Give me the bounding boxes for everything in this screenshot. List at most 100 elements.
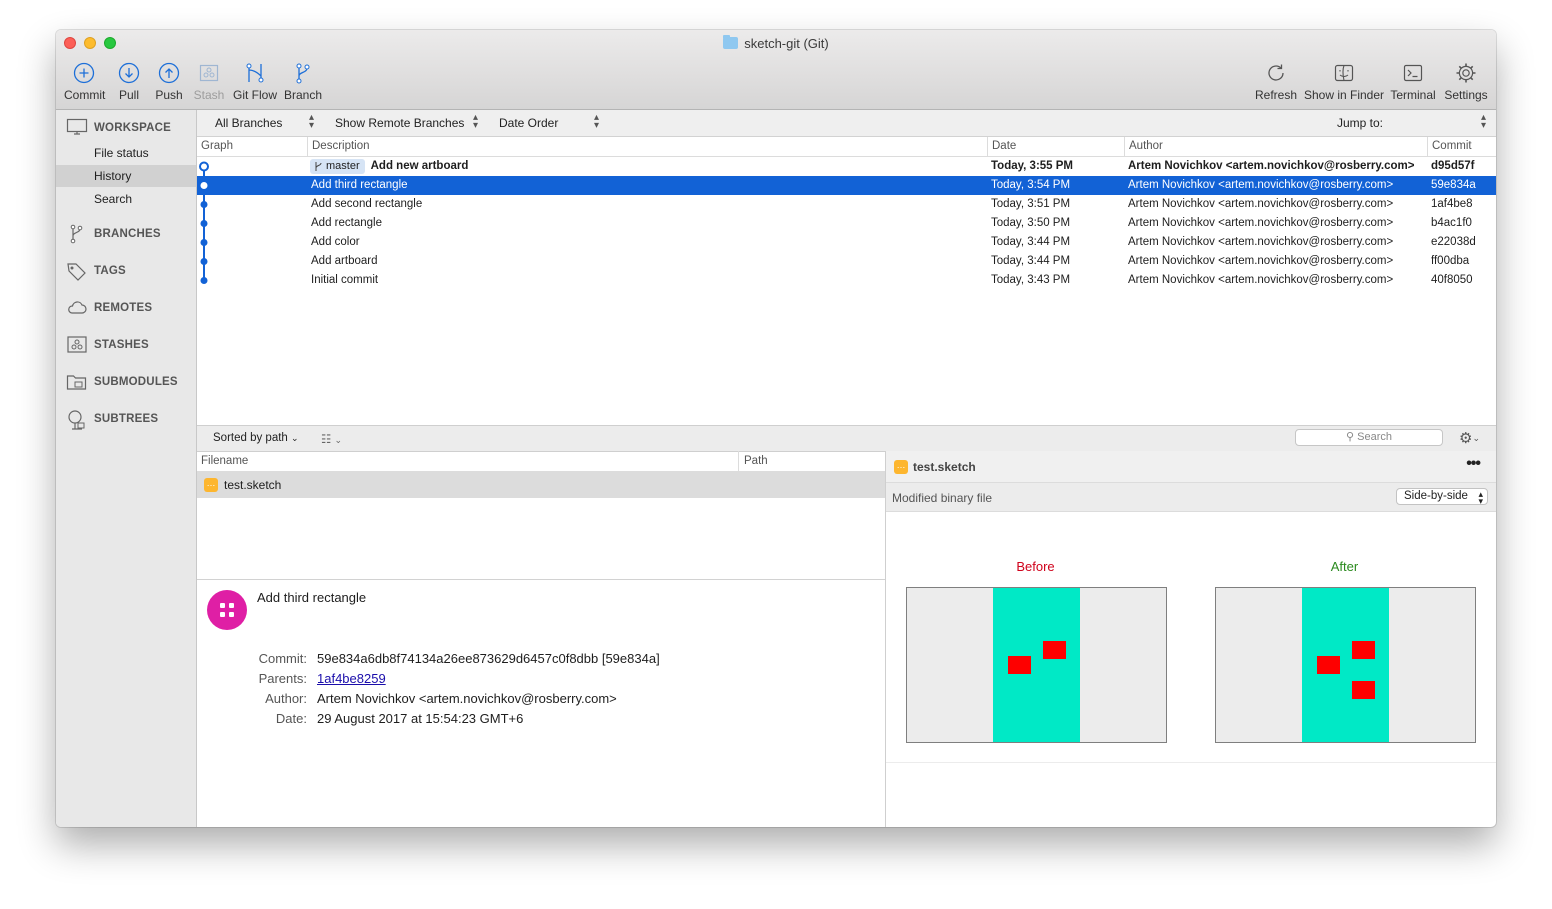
sort-by-path-dropdown[interactable]: Sorted by path ⌄ bbox=[213, 432, 299, 444]
app-window: sketch-git (Git) Commit Pull Push Stash … bbox=[56, 30, 1496, 827]
column-divider[interactable] bbox=[738, 451, 739, 471]
commit-hash: ff00dba bbox=[1431, 255, 1470, 267]
column-divider[interactable] bbox=[307, 137, 308, 156]
sketch-file-icon: … bbox=[894, 460, 908, 474]
chevron-down-icon: ⌄ bbox=[334, 435, 343, 445]
commit-hash: d95d57f bbox=[1431, 160, 1475, 172]
commit-date: Today, 3:43 PM bbox=[991, 274, 1071, 286]
diff-header: … test.sketch ••• bbox=[886, 451, 1496, 483]
file-search-input[interactable]: ⚲ Search bbox=[1295, 429, 1443, 446]
submodule-folder-icon bbox=[66, 375, 87, 390]
commit-label: Commit: bbox=[258, 651, 307, 666]
gear-icon bbox=[1456, 63, 1476, 83]
finder-icon bbox=[1334, 64, 1354, 82]
parents-label: Parents: bbox=[258, 671, 307, 686]
file-name: test.sketch bbox=[224, 478, 282, 492]
more-options-icon[interactable]: ••• bbox=[1466, 455, 1481, 473]
branch-icon bbox=[315, 162, 322, 171]
sidebar-item-file-status[interactable]: File status bbox=[56, 142, 196, 164]
filename-column-header[interactable]: Filename bbox=[201, 455, 248, 467]
commit-row[interactable]: Add second rectangle Today, 3:51 PM Arte… bbox=[197, 195, 1496, 214]
terminal-icon bbox=[1403, 64, 1423, 82]
commit-date: Today, 3:55 PM bbox=[991, 160, 1074, 172]
show-in-finder-button[interactable]: Show in Finder bbox=[1303, 62, 1385, 102]
after-label: After bbox=[1330, 559, 1359, 574]
red-rectangle bbox=[1008, 656, 1031, 674]
commit-description: Add new artboard bbox=[370, 160, 469, 172]
commit-graph bbox=[199, 161, 209, 284]
commit-column-header[interactable]: Commit bbox=[1432, 140, 1472, 152]
column-divider[interactable] bbox=[987, 137, 988, 156]
tree-icon bbox=[68, 410, 85, 430]
commit-row[interactable]: master Add new artboard Today, 3:55 PM Ar… bbox=[197, 157, 1496, 176]
chevron-updown-icon: ▴ ▾ bbox=[1478, 489, 1483, 506]
branch-label: master bbox=[310, 159, 365, 174]
commit-date: Today, 3:44 PM bbox=[991, 255, 1071, 267]
refresh-button[interactable]: Refresh bbox=[1254, 62, 1298, 102]
commit-hash: b4ac1f0 bbox=[1431, 217, 1472, 229]
commit-description: Add third rectangle bbox=[311, 179, 408, 191]
commit-row-selected[interactable]: Add third rectangle Today, 3:54 PM Artem… bbox=[197, 176, 1496, 195]
order-select[interactable]: Date Order bbox=[499, 116, 558, 130]
sketch-file-icon: … bbox=[204, 478, 218, 492]
cloud-icon bbox=[68, 301, 87, 314]
commit-author: Artem Novichkov <artem.novichkov@rosberr… bbox=[1128, 255, 1394, 267]
before-image-preview bbox=[906, 587, 1167, 743]
red-rectangle bbox=[1317, 656, 1340, 674]
jump-to-select[interactable]: Jump to: bbox=[1337, 116, 1383, 130]
gear-icon[interactable]: ⚙⌄ bbox=[1459, 429, 1480, 447]
pull-button[interactable]: Pull bbox=[114, 62, 144, 102]
terminal-button[interactable]: Terminal bbox=[1389, 62, 1437, 102]
diff-mode-select[interactable]: Side-by-side ▴ ▾ bbox=[1396, 488, 1488, 506]
parent-commit-link[interactable]: 1af4be8259 bbox=[317, 671, 386, 686]
chevron-updown-icon: ▴ ▾ bbox=[594, 112, 600, 131]
artboard-fill bbox=[1302, 588, 1389, 742]
commit-date: Today, 3:44 PM bbox=[991, 236, 1071, 248]
tag-icon bbox=[67, 263, 86, 281]
remote-branches-select[interactable]: Show Remote Branches bbox=[335, 116, 464, 130]
graph-node bbox=[200, 239, 208, 246]
commit-row[interactable]: Add artboard Today, 3:44 PM Artem Novich… bbox=[197, 252, 1496, 271]
diff-status: Modified binary file bbox=[892, 491, 993, 505]
commit-details-panel: Add third rectangle Commit: 59e834a6db8f… bbox=[197, 580, 885, 827]
chevron-updown-icon: ▴ ▾ bbox=[309, 112, 315, 131]
sidebar-item-search[interactable]: Search bbox=[56, 188, 196, 210]
branch-icon bbox=[70, 224, 83, 244]
git-flow-button[interactable]: Git Flow bbox=[232, 62, 278, 102]
commit-row[interactable]: Add rectangle Today, 3:50 PM Artem Novic… bbox=[197, 214, 1496, 233]
sidebar-item-history[interactable]: History bbox=[56, 165, 196, 187]
file-row-selected[interactable]: … test.sketch bbox=[197, 472, 885, 498]
path-column-header[interactable]: Path bbox=[744, 455, 768, 467]
commit-button[interactable]: Commit bbox=[64, 62, 105, 102]
commit-hash: 40f8050 bbox=[1431, 274, 1473, 286]
branches-filter-select[interactable]: All Branches bbox=[215, 116, 282, 130]
graph-node bbox=[200, 220, 208, 227]
branch-icon bbox=[296, 63, 310, 84]
commit-sha: 59e834a6db8f74134a26ee873629d6457c0f8dbb… bbox=[317, 651, 660, 666]
branch-button[interactable]: Branch bbox=[283, 62, 323, 102]
view-mode-dropdown[interactable]: ☷ ⌄ bbox=[321, 432, 342, 446]
commit-row[interactable]: Add color Today, 3:44 PM Artem Novichkov… bbox=[197, 233, 1496, 252]
stash-icon bbox=[67, 336, 87, 353]
graph-node-head bbox=[199, 161, 209, 172]
changed-files-panel: Filename Path … test.sketch bbox=[197, 451, 885, 579]
settings-button[interactable]: Settings bbox=[1442, 62, 1490, 102]
folder-icon bbox=[723, 35, 739, 49]
commit-row[interactable]: Initial commit Today, 3:43 PM Artem Novi… bbox=[197, 271, 1496, 290]
author-column-header[interactable]: Author bbox=[1129, 140, 1163, 152]
graph-column-header[interactable]: Graph bbox=[201, 140, 233, 152]
commit-date: Today, 3:51 PM bbox=[991, 198, 1071, 210]
commit-message: Add third rectangle bbox=[257, 590, 367, 605]
description-column-header[interactable]: Description bbox=[312, 140, 370, 152]
date-column-header[interactable]: Date bbox=[992, 140, 1016, 152]
commit-author-detail: Artem Novichkov <artem.novichkov@rosberr… bbox=[317, 691, 617, 706]
column-divider[interactable] bbox=[1124, 137, 1125, 156]
chevron-updown-icon: ▴ ▾ bbox=[473, 112, 479, 131]
sidebar: WORKSPACE File status History Search BRA… bbox=[56, 110, 197, 827]
commit-description: Add color bbox=[311, 236, 360, 248]
stash-button[interactable]: Stash bbox=[192, 62, 226, 102]
add-circle-icon bbox=[73, 62, 95, 84]
commit-date-detail: 29 August 2017 at 15:54:23 GMT+6 bbox=[317, 711, 524, 726]
column-divider[interactable] bbox=[1427, 137, 1428, 156]
push-button[interactable]: Push bbox=[154, 62, 184, 102]
